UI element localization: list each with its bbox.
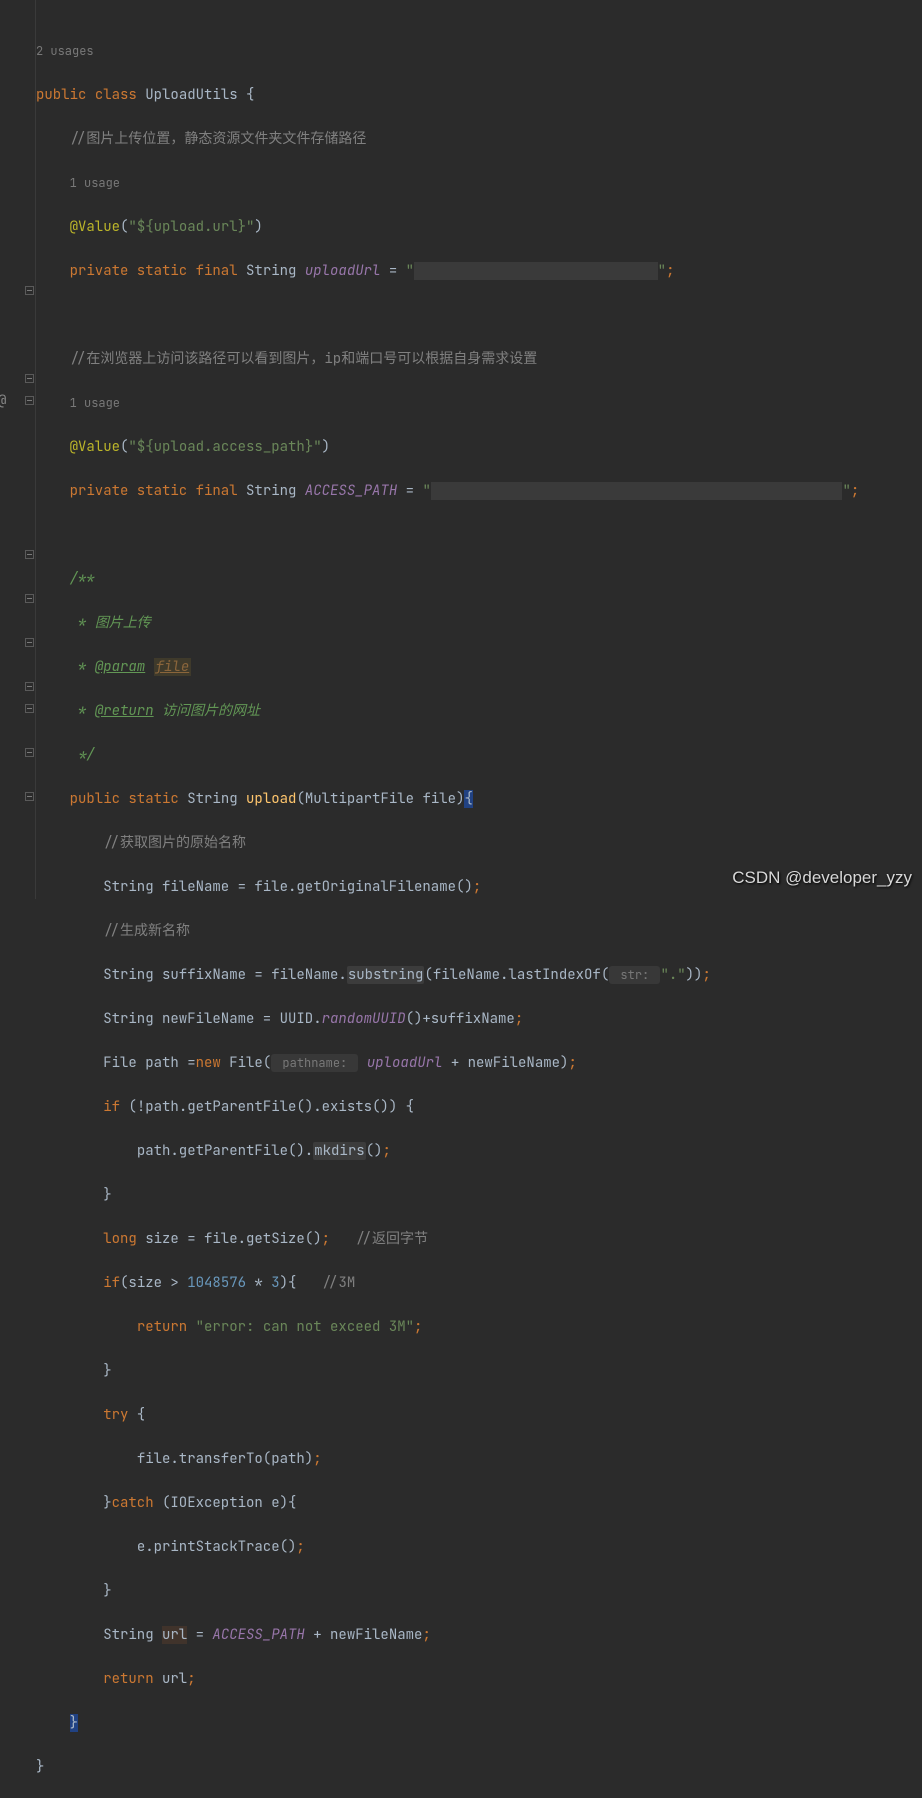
string: "error: can not exceed 3M" [196,1318,414,1336]
modifiers: public static [70,790,179,808]
param-name: file [422,790,456,808]
brace: } [70,1714,78,1732]
string: "${upload.url}" [128,218,254,236]
usage-hint[interactable]: 1 usage [70,395,120,411]
comment: //生成新名称 [103,922,190,940]
usage-hint[interactable]: 1 usage [70,175,120,191]
local-var: url [162,1626,187,1644]
comment: //获取图片的原始名称 [103,834,246,852]
comment: //返回字节 [355,1230,428,1248]
field: uploadUrl [305,262,381,280]
inlay-hint: pathname: [271,1054,358,1072]
class-name: UploadUtils [145,86,237,104]
javadoc: /** [70,570,95,588]
method-call: substring [347,966,425,984]
comment: //图片上传位置，静态资源文件夹文件存储路径 [70,130,367,148]
javadoc-text: 图片上传 [95,614,151,632]
kw-class: class [95,86,137,104]
method-name: upload [246,790,296,808]
method-call: randomUUID [322,1010,406,1028]
redacted-text [431,482,843,500]
javadoc-param-name: file [154,658,192,676]
param-type: MultipartFile [305,790,414,808]
brace: } [103,1186,111,1204]
usage-hint[interactable]: 2 usages [36,40,859,62]
brace: { [464,790,472,808]
watermark: CSDN @developer_yzy [732,867,912,889]
kw-public: public [36,86,86,104]
fold-icon[interactable] [25,550,34,559]
modifiers: private static final [70,262,238,280]
editor-gutter: @ [0,0,36,899]
gutter-change-icon: @ [0,390,6,412]
code: String fileName = file.getOriginalFilena… [103,878,473,896]
brace: } [36,1758,44,1776]
fold-icon[interactable] [25,374,34,383]
redacted-text [414,262,658,280]
javadoc-return-text: 访问图片的网址 [162,702,260,720]
code-editor[interactable]: 2 usages public class UploadUtils { //图片… [36,0,859,1798]
fold-icon[interactable] [25,682,34,691]
field: ACCESS_PATH [305,482,397,500]
method-call: mkdirs [313,1142,365,1160]
javadoc-param-tag: @param [95,658,145,676]
fold-icon[interactable] [25,704,34,713]
return-type: String [187,790,237,808]
brace: { [246,86,254,104]
string: "${upload.access_path}" [128,438,321,456]
inlay-hint: str: [609,966,660,984]
fold-icon[interactable] [25,792,34,801]
comment: //3M [322,1274,356,1292]
javadoc-return-tag: @return [95,702,154,720]
type: String [246,262,296,280]
fold-icon[interactable] [25,638,34,647]
fold-icon[interactable] [25,594,34,603]
fold-icon[interactable] [25,286,34,295]
fold-icon[interactable] [25,748,34,757]
fold-icon[interactable] [25,396,34,405]
type: String [246,482,296,500]
annotation: @Value [70,218,120,236]
annotation: @Value [70,438,120,456]
brace: } [103,1582,111,1600]
brace: } [103,1362,111,1380]
comment: //在浏览器上访问该路径可以看到图片，ip和端口号可以根据自身需求设置 [70,350,538,368]
modifiers: private static final [70,482,238,500]
